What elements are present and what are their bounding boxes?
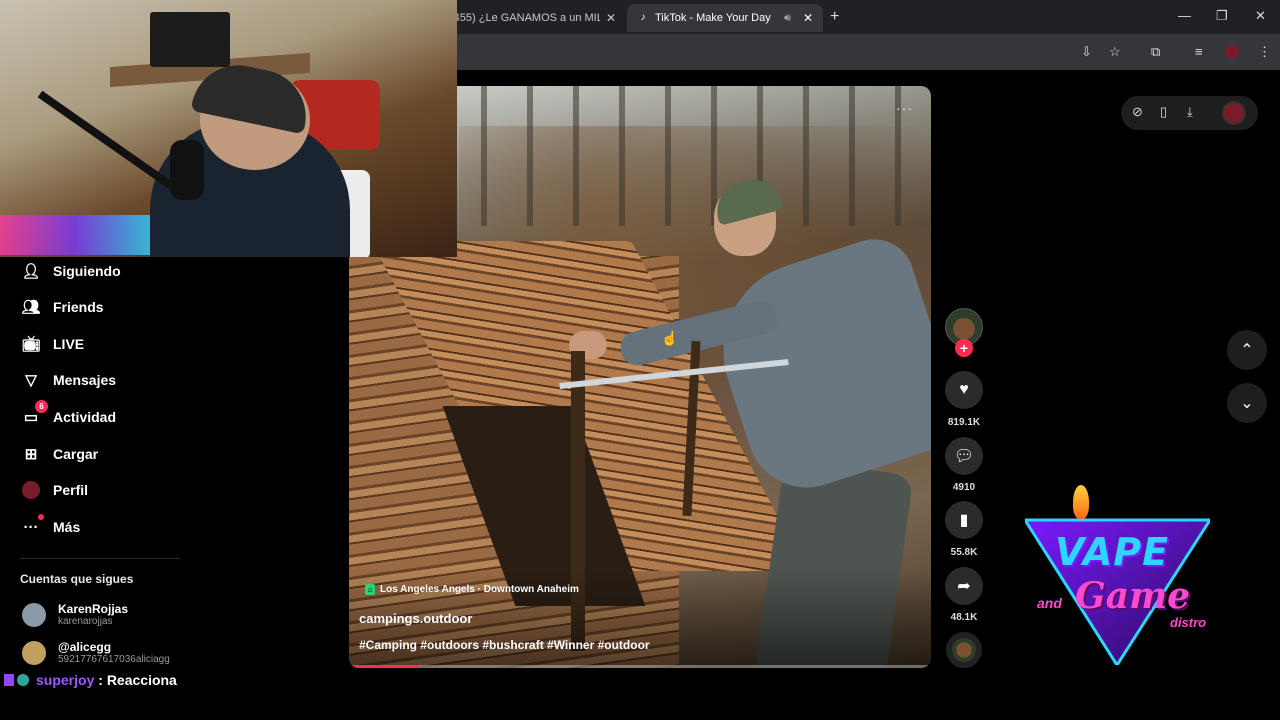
profile-avatar	[20, 479, 42, 501]
chat-separator: :	[94, 672, 107, 688]
video-progress[interactable]	[349, 665, 931, 668]
comment-count: 4910	[952, 482, 976, 493]
account-handle: karenarojjas	[58, 616, 113, 627]
account-name: KarenRojjas	[58, 602, 129, 616]
like-button[interactable]: ♥	[945, 371, 983, 409]
media-control-icon[interactable]: ≡	[1195, 44, 1203, 59]
sidebar-item-mensajes[interactable]: ▽ Mensajes	[20, 368, 116, 392]
mobile-icon[interactable]: ▯	[1160, 104, 1167, 120]
bookmark-icon: ▮	[959, 512, 969, 529]
stream-chat-message: superjoy : Reacciona	[4, 670, 177, 690]
chat-username: superjoy	[36, 672, 95, 688]
sidebar-item-label: Cargar	[53, 446, 99, 462]
download-icon[interactable]: ⤓	[1187, 104, 1193, 120]
notification-dot	[38, 514, 44, 520]
comment-icon: 💬︎	[953, 448, 975, 465]
hand-cursor-icon: ☝	[661, 330, 679, 346]
comment-button[interactable]: 💬︎	[945, 437, 983, 475]
bookmark-star-icon[interactable]: ☆	[1109, 44, 1121, 60]
follow-plus-icon[interactable]: +	[955, 339, 973, 357]
sidebar-item-mas[interactable]: ··· Más	[20, 514, 81, 539]
video-username[interactable]: campings.outdoor	[359, 611, 472, 626]
activity-icon: ▭ 6	[20, 400, 48, 428]
avatar	[22, 602, 46, 627]
previous-video-button[interactable]: ⌃	[1227, 330, 1267, 370]
activity-badge: 6	[35, 400, 48, 413]
tab-tiktok[interactable]: ♪ TikTok - Make Your Day 🔊︎ ✕	[627, 4, 823, 32]
sidebar-item-cargar[interactable]: ⊞ Cargar	[20, 442, 98, 466]
messages-icon: ▽	[25, 372, 37, 389]
location-label: Los Angeles Angels · Downtown Anaheim	[380, 584, 579, 595]
sidebar-item-friends[interactable]: 👥︎ Friends	[20, 295, 104, 319]
tab-audio-icon[interactable]: 🔊︎	[784, 12, 791, 25]
flame-icon	[1073, 485, 1089, 519]
share-icon: ➦	[957, 578, 971, 595]
share-count: 48.1K	[950, 612, 978, 623]
user-avatar[interactable]	[1222, 101, 1246, 125]
more-options-icon[interactable]: ···	[896, 100, 913, 116]
webcam-overlay	[0, 0, 457, 257]
twitch-badge-icon	[4, 674, 14, 686]
sidebar-item-label: Más	[53, 519, 81, 535]
video-hashtags[interactable]: #Camping #outdoors #bushcraft #Winner #o…	[359, 638, 650, 652]
minimize-icon[interactable]: —	[1178, 8, 1191, 23]
chevron-down-icon: ⌄	[1240, 395, 1254, 412]
followed-account[interactable]: KarenRojjas karenarojjas	[22, 602, 128, 627]
divider	[20, 558, 180, 559]
tab-title: TikTok - Make Your Day	[655, 12, 771, 24]
logo-and: and	[1037, 595, 1062, 611]
more-icon: ···	[20, 514, 44, 538]
logo-word-game: Game	[1075, 575, 1191, 617]
sidebar-item-perfil[interactable]: Perfil	[20, 478, 88, 502]
maximize-icon[interactable]: ❐	[1216, 8, 1228, 24]
following-accounts-title: Cuentas que sigues	[20, 572, 134, 586]
sidebar-item-label: Mensajes	[53, 372, 117, 388]
close-tab-icon[interactable]: ✕	[803, 11, 813, 25]
chevron-up-icon: ⌃	[1240, 342, 1254, 359]
account-name: @alicegg	[58, 640, 112, 654]
sidebar-item-label: Friends	[53, 299, 104, 315]
sidebar-item-live[interactable]: 📺︎ LIVE	[20, 332, 84, 356]
install-app-icon[interactable]: ⇩	[1081, 44, 1092, 60]
compass-icon[interactable]: ⊘	[1132, 104, 1143, 120]
share-button[interactable]: ➦	[945, 567, 983, 605]
tiktok-logo-icon: ♪	[640, 12, 646, 23]
sidebar-item-label: LIVE	[53, 336, 85, 352]
extensions-icon[interactable]: ⧉	[1151, 44, 1160, 60]
close-tab-icon[interactable]: ✕	[606, 11, 616, 25]
stream-logo: VAPE and Game distro	[1025, 485, 1210, 675]
chat-text: Reacciona	[106, 672, 177, 688]
sidebar-item-siguiendo[interactable]: 👤︎ Siguiendo	[20, 259, 121, 283]
sound-disc[interactable]	[946, 632, 982, 668]
browser-menu-icon[interactable]: ⋮	[1258, 44, 1271, 60]
browser-profile-avatar[interactable]	[1225, 45, 1239, 59]
friends-icon: 👥︎	[21, 299, 41, 316]
tab-title: (455) ¿Le GANAMOS a un MILA	[450, 12, 600, 24]
following-icon: 👤︎	[21, 263, 41, 280]
logo-distro: distro	[1170, 615, 1207, 630]
heart-icon: ♥	[959, 381, 969, 398]
save-count: 55.8K	[950, 547, 978, 558]
logo-word-vape: VAPE	[1055, 530, 1170, 574]
sidebar-item-actividad[interactable]: ▭ 6 Actividad	[20, 400, 117, 429]
sidebar-item-label: Siguiendo	[53, 263, 121, 279]
next-video-button[interactable]: ⌄	[1227, 383, 1267, 423]
sidebar-item-label: Actividad	[53, 409, 117, 425]
account-handle: 59217767617036aliciagg	[58, 654, 170, 665]
followed-account[interactable]: @alicegg 59217767617036aliciagg	[22, 640, 170, 665]
new-tab-icon[interactable]: +	[830, 8, 839, 26]
avatar	[22, 640, 46, 665]
live-icon: 📺︎	[21, 336, 41, 353]
location-icon: ⌂	[365, 584, 375, 595]
video-progress-fill	[349, 665, 419, 668]
save-button[interactable]: ▮	[945, 501, 983, 539]
like-count: 819.1K	[947, 417, 981, 428]
sidebar-item-label: Perfil	[53, 482, 89, 498]
window-close-icon[interactable]: ✕	[1255, 8, 1266, 24]
tab-youtube[interactable]: (455) ¿Le GANAMOS a un MILA ✕	[440, 4, 626, 32]
video-location[interactable]: ⌂ Los Angeles Angels · Downtown Anaheim	[365, 584, 579, 595]
subscriber-badge-icon	[17, 674, 29, 686]
upload-icon: ⊞	[24, 446, 38, 463]
